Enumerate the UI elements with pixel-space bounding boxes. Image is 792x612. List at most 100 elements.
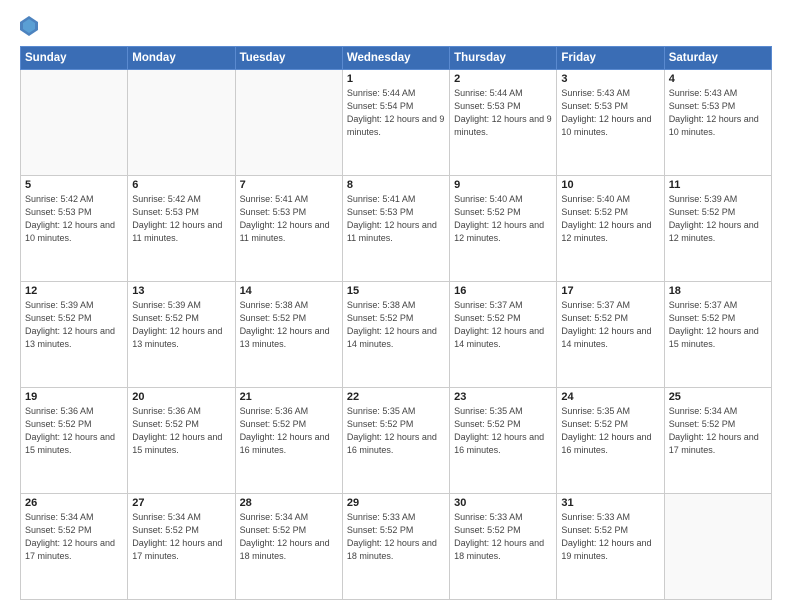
calendar-cell [235,70,342,176]
cell-info-text: Sunrise: 5:38 AM Sunset: 5:52 PM Dayligh… [240,299,338,351]
cell-info-text: Sunrise: 5:42 AM Sunset: 5:53 PM Dayligh… [25,193,123,245]
calendar-cell: 27 Sunrise: 5:34 AM Sunset: 5:52 PM Dayli… [128,494,235,600]
calendar-cell: 4 Sunrise: 5:43 AM Sunset: 5:53 PM Daylig… [664,70,771,176]
cell-date-number: 5 [25,179,123,191]
calendar-cell: 16 Sunrise: 5:37 AM Sunset: 5:52 PM Dayli… [450,282,557,388]
calendar-cell: 30 Sunrise: 5:33 AM Sunset: 5:52 PM Dayli… [450,494,557,600]
calendar-table: SundayMondayTuesdayWednesdayThursdayFrid… [20,46,772,600]
cell-info-text: Sunrise: 5:35 AM Sunset: 5:52 PM Dayligh… [454,405,552,457]
calendar-cell: 22 Sunrise: 5:35 AM Sunset: 5:52 PM Dayli… [342,388,449,494]
weekday-header-friday: Friday [557,47,664,70]
cell-info-text: Sunrise: 5:39 AM Sunset: 5:52 PM Dayligh… [132,299,230,351]
week-row-5: 26 Sunrise: 5:34 AM Sunset: 5:52 PM Dayli… [21,494,772,600]
cell-info-text: Sunrise: 5:44 AM Sunset: 5:54 PM Dayligh… [347,87,445,139]
cell-info-text: Sunrise: 5:43 AM Sunset: 5:53 PM Dayligh… [561,87,659,139]
cell-date-number: 20 [132,391,230,403]
cell-date-number: 12 [25,285,123,297]
cell-info-text: Sunrise: 5:36 AM Sunset: 5:52 PM Dayligh… [25,405,123,457]
weekday-header-row: SundayMondayTuesdayWednesdayThursdayFrid… [21,47,772,70]
cell-info-text: Sunrise: 5:37 AM Sunset: 5:52 PM Dayligh… [669,299,767,351]
cell-info-text: Sunrise: 5:37 AM Sunset: 5:52 PM Dayligh… [454,299,552,351]
calendar-cell: 20Sunrise: 5:36 AM Sunset: 5:52 PM Dayli… [128,388,235,494]
calendar-cell: 12 Sunrise: 5:39 AM Sunset: 5:52 PM Dayli… [21,282,128,388]
week-row-1: 1 Sunrise: 5:44 AM Sunset: 5:54 PM Daylig… [21,70,772,176]
calendar-cell: 15Sunrise: 5:38 AM Sunset: 5:52 PM Dayli… [342,282,449,388]
cell-date-number: 19 [25,391,123,403]
calendar-cell: 8Sunrise: 5:41 AM Sunset: 5:53 PM Daylig… [342,176,449,282]
calendar-cell: 14 Sunrise: 5:38 AM Sunset: 5:52 PM Dayli… [235,282,342,388]
calendar-cell: 1 Sunrise: 5:44 AM Sunset: 5:54 PM Daylig… [342,70,449,176]
calendar-cell: 23 Sunrise: 5:35 AM Sunset: 5:52 PM Dayli… [450,388,557,494]
calendar-cell: 31 Sunrise: 5:33 AM Sunset: 5:52 PM Dayli… [557,494,664,600]
cell-info-text: Sunrise: 5:34 AM Sunset: 5:52 PM Dayligh… [25,511,123,563]
calendar-cell: 3 Sunrise: 5:43 AM Sunset: 5:53 PM Daylig… [557,70,664,176]
calendar-cell: 19 Sunrise: 5:36 AM Sunset: 5:52 PM Dayli… [21,388,128,494]
cell-date-number: 27 [132,497,230,509]
cell-info-text: Sunrise: 5:35 AM Sunset: 5:52 PM Dayligh… [561,405,659,457]
cell-info-text: Sunrise: 5:41 AM Sunset: 5:53 PM Dayligh… [240,193,338,245]
cell-info-text: Sunrise: 5:42 AM Sunset: 5:53 PM Dayligh… [132,193,230,245]
page: SundayMondayTuesdayWednesdayThursdayFrid… [0,0,792,612]
cell-date-number: 26 [25,497,123,509]
cell-date-number: 30 [454,497,552,509]
cell-date-number: 4 [669,73,767,85]
cell-info-text: Sunrise: 5:33 AM Sunset: 5:52 PM Dayligh… [454,511,552,563]
calendar-cell: 9 Sunrise: 5:40 AM Sunset: 5:52 PM Daylig… [450,176,557,282]
cell-date-number: 7 [240,179,338,191]
cell-date-number: 25 [669,391,767,403]
cell-date-number: 10 [561,179,659,191]
calendar-cell: 13 Sunrise: 5:39 AM Sunset: 5:52 PM Dayli… [128,282,235,388]
cell-info-text: Sunrise: 5:44 AM Sunset: 5:53 PM Dayligh… [454,87,552,139]
calendar-cell: 2Sunrise: 5:44 AM Sunset: 5:53 PM Daylig… [450,70,557,176]
calendar-cell: 24 Sunrise: 5:35 AM Sunset: 5:52 PM Dayli… [557,388,664,494]
cell-date-number: 22 [347,391,445,403]
calendar-cell: 18 Sunrise: 5:37 AM Sunset: 5:52 PM Dayli… [664,282,771,388]
week-row-3: 12 Sunrise: 5:39 AM Sunset: 5:52 PM Dayli… [21,282,772,388]
cell-date-number: 24 [561,391,659,403]
weekday-header-monday: Monday [128,47,235,70]
cell-date-number: 3 [561,73,659,85]
weekday-header-thursday: Thursday [450,47,557,70]
calendar-cell: 11Sunrise: 5:39 AM Sunset: 5:52 PM Dayli… [664,176,771,282]
calendar-cell: 5 Sunrise: 5:42 AM Sunset: 5:53 PM Daylig… [21,176,128,282]
cell-date-number: 16 [454,285,552,297]
calendar-cell: 10 Sunrise: 5:40 AM Sunset: 5:52 PM Dayli… [557,176,664,282]
cell-date-number: 29 [347,497,445,509]
cell-info-text: Sunrise: 5:40 AM Sunset: 5:52 PM Dayligh… [561,193,659,245]
weekday-header-tuesday: Tuesday [235,47,342,70]
cell-date-number: 13 [132,285,230,297]
cell-info-text: Sunrise: 5:43 AM Sunset: 5:53 PM Dayligh… [669,87,767,139]
cell-info-text: Sunrise: 5:35 AM Sunset: 5:52 PM Dayligh… [347,405,445,457]
header [20,16,772,36]
weekday-header-wednesday: Wednesday [342,47,449,70]
cell-date-number: 15 [347,285,445,297]
cell-info-text: Sunrise: 5:40 AM Sunset: 5:52 PM Dayligh… [454,193,552,245]
week-row-4: 19 Sunrise: 5:36 AM Sunset: 5:52 PM Dayli… [21,388,772,494]
cell-info-text: Sunrise: 5:33 AM Sunset: 5:52 PM Dayligh… [561,511,659,563]
cell-date-number: 18 [669,285,767,297]
cell-info-text: Sunrise: 5:34 AM Sunset: 5:52 PM Dayligh… [132,511,230,563]
calendar-cell: 21Sunrise: 5:36 AM Sunset: 5:52 PM Dayli… [235,388,342,494]
cell-date-number: 8 [347,179,445,191]
cell-date-number: 6 [132,179,230,191]
logo [20,16,42,36]
calendar-cell: 7 Sunrise: 5:41 AM Sunset: 5:53 PM Daylig… [235,176,342,282]
calendar-cell: 28Sunrise: 5:34 AM Sunset: 5:52 PM Dayli… [235,494,342,600]
calendar-cell [128,70,235,176]
cell-date-number: 23 [454,391,552,403]
weekday-header-saturday: Saturday [664,47,771,70]
cell-date-number: 17 [561,285,659,297]
cell-info-text: Sunrise: 5:39 AM Sunset: 5:52 PM Dayligh… [25,299,123,351]
cell-info-text: Sunrise: 5:33 AM Sunset: 5:52 PM Dayligh… [347,511,445,563]
calendar-cell: 26 Sunrise: 5:34 AM Sunset: 5:52 PM Dayli… [21,494,128,600]
cell-date-number: 31 [561,497,659,509]
cell-info-text: Sunrise: 5:36 AM Sunset: 5:52 PM Dayligh… [240,405,338,457]
calendar-cell: 6 Sunrise: 5:42 AM Sunset: 5:53 PM Daylig… [128,176,235,282]
calendar-cell: 25Sunrise: 5:34 AM Sunset: 5:52 PM Dayli… [664,388,771,494]
cell-date-number: 11 [669,179,767,191]
cell-date-number: 9 [454,179,552,191]
weekday-header-sunday: Sunday [21,47,128,70]
cell-date-number: 1 [347,73,445,85]
week-row-2: 5 Sunrise: 5:42 AM Sunset: 5:53 PM Daylig… [21,176,772,282]
cell-date-number: 14 [240,285,338,297]
